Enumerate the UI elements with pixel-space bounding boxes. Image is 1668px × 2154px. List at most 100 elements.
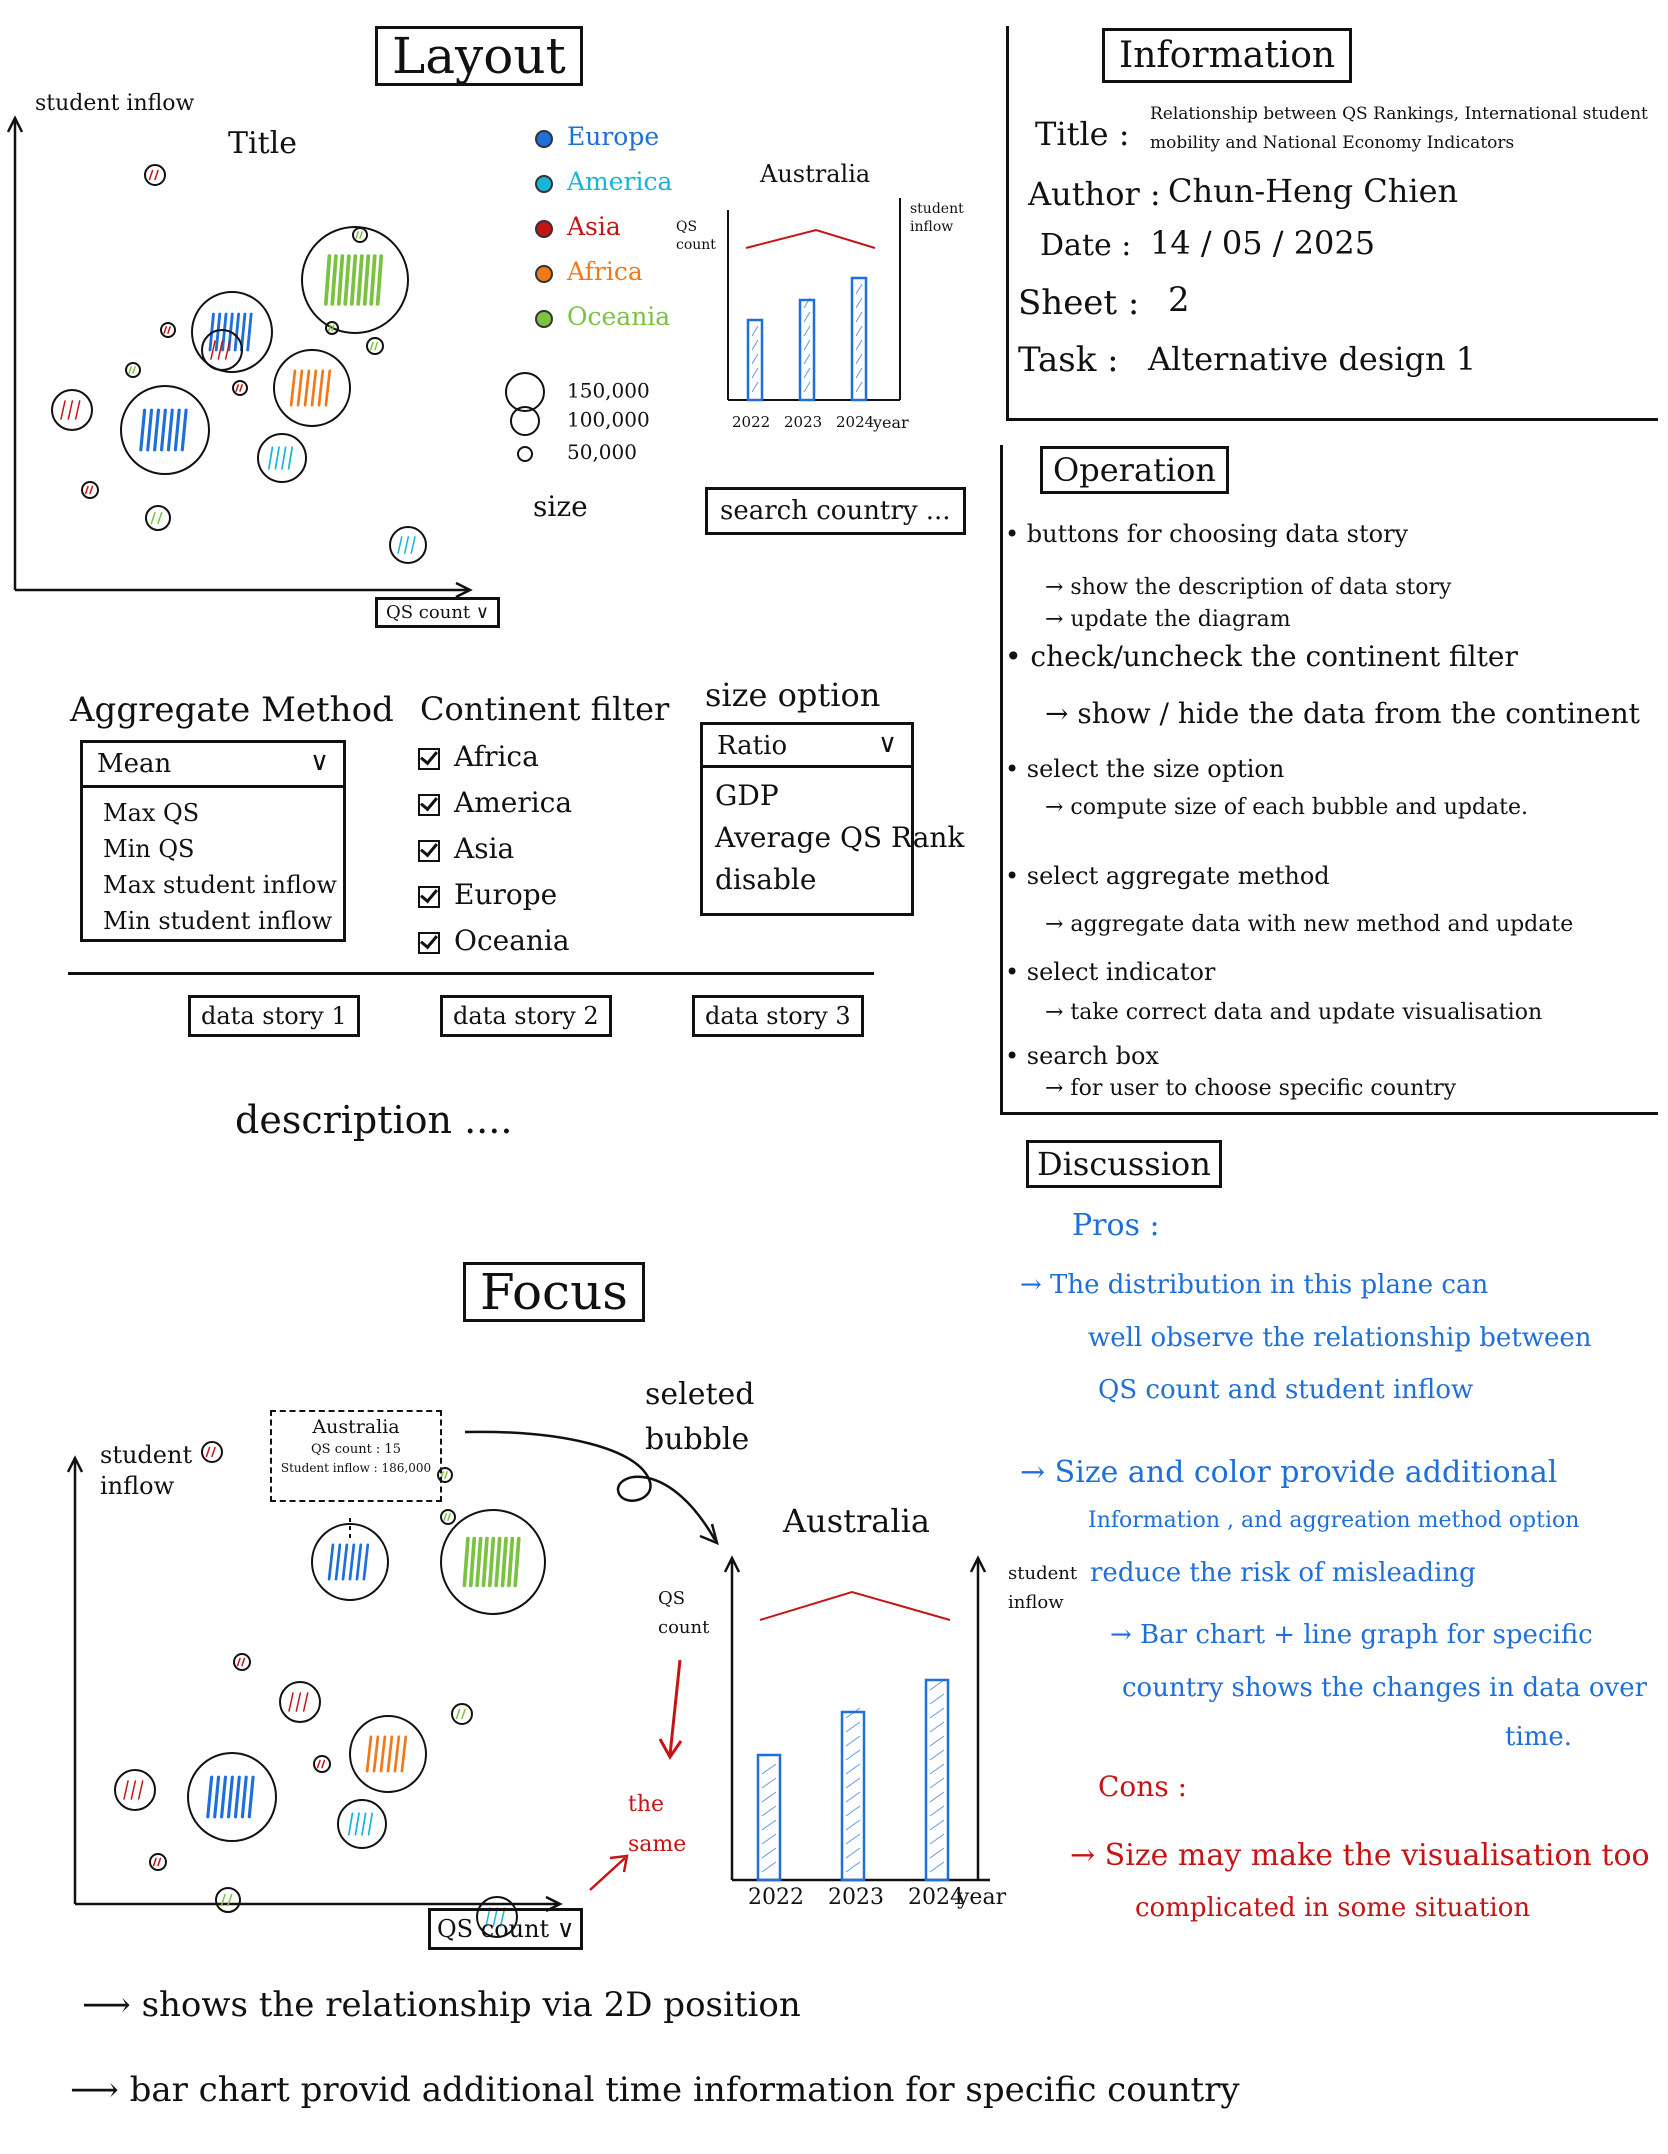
- aggregate-method-title: Aggregate Method: [70, 690, 394, 730]
- continent-checkbox-africa[interactable]: Africa: [418, 740, 539, 773]
- operation-line: • select aggregate method: [1005, 862, 1330, 890]
- pros-line: → Bar chart + line graph for specific: [1110, 1620, 1593, 1650]
- bubble-asia[interactable]: [279, 1681, 321, 1723]
- aggregate-option[interactable]: Max QS: [103, 799, 199, 827]
- data-story-button-1[interactable]: data story 1: [188, 995, 360, 1037]
- bubble-oceania[interactable]: [301, 226, 409, 334]
- search-country-input[interactable]: search country ...: [705, 487, 966, 535]
- bubble-asia[interactable]: [114, 1769, 156, 1811]
- aggregate-option[interactable]: Min student inflow: [103, 907, 332, 935]
- bubble-oceania[interactable]: [451, 1703, 473, 1725]
- aggregate-option[interactable]: Min QS: [103, 835, 194, 863]
- continent-checkbox-oceania[interactable]: Oceania: [418, 924, 570, 957]
- size-legend-label: size: [533, 490, 588, 523]
- bubble-america[interactable]: [337, 1799, 387, 1849]
- info-date-value: 14 / 05 / 2025: [1150, 224, 1376, 262]
- bar-1: [746, 318, 764, 402]
- bar-1: [756, 1753, 782, 1882]
- bubble-oceania[interactable]: [125, 362, 141, 378]
- bubble-asia[interactable]: [232, 380, 248, 396]
- info-author-key: Author :: [1028, 175, 1161, 213]
- bubble-oceania[interactable]: [440, 1509, 546, 1615]
- divider: [68, 972, 874, 975]
- legend-item-asia: Asia: [535, 212, 621, 241]
- bubble-oceania[interactable]: [145, 505, 171, 531]
- mini-chart-left-label: QS count: [676, 219, 716, 254]
- pros-line: reduce the risk of misleading: [1090, 1558, 1476, 1588]
- mini-chart-title: Australia: [760, 160, 871, 188]
- checkbox-checked-icon[interactable]: [418, 885, 440, 908]
- bar-2: [840, 1707, 866, 1882]
- bubble-america[interactable]: [257, 433, 307, 483]
- continent-checkbox-europe[interactable]: Europe: [418, 878, 557, 911]
- aggregate-method-dropdown[interactable]: Mean ∨ Max QS Min QS Max student inflow Min…: [80, 740, 346, 942]
- bubble-europe[interactable]: [187, 1752, 277, 1842]
- bubble-oceania[interactable]: [215, 1887, 241, 1913]
- size-option-dropdown[interactable]: Ratio ∨ GDP Average QS Rank disable: [700, 722, 964, 916]
- operation-line: → take correct data and update visualisa…: [1045, 1000, 1543, 1025]
- info-title-value: Relationship between QS Rankings, Intern…: [1150, 104, 1648, 153]
- pros-line: QS count and student inflow: [1098, 1375, 1474, 1405]
- bubble-asia[interactable]: [201, 1441, 223, 1463]
- tooltip-qs: QS count : 15: [311, 1442, 401, 1457]
- size-option-selected[interactable]: Ratio ∨: [700, 722, 914, 768]
- checkbox-checked-icon[interactable]: [418, 839, 440, 862]
- focus-title: Focus: [463, 1262, 645, 1322]
- bubble-africa[interactable]: [273, 349, 351, 427]
- continent-checkbox-asia[interactable]: Asia: [418, 832, 514, 865]
- size-option[interactable]: disable: [715, 863, 816, 896]
- size-legend-item: 100,000: [505, 406, 650, 436]
- operation-bottom-border: [1000, 1112, 1658, 1115]
- focus-bar-line-chart: [723, 1555, 990, 1882]
- layout-bubble-chart: [6, 115, 473, 599]
- bubble-america[interactable]: [389, 526, 427, 564]
- pros-line: Information , and aggreation method opti…: [1088, 1508, 1580, 1533]
- aggregate-selected[interactable]: Mean ∨: [83, 743, 343, 788]
- chevron-down-icon: ∨: [309, 747, 329, 777]
- focus-x-axis-select[interactable]: QS count ∨: [428, 1908, 584, 1950]
- checkbox-checked-icon[interactable]: [418, 931, 440, 954]
- x-tick-label: 2024: [836, 413, 875, 431]
- legend-dot-icon: [535, 264, 553, 283]
- description-text: description ....: [235, 1098, 513, 1142]
- cons-line: complicated in some situation: [1135, 1893, 1531, 1923]
- bubble-asia[interactable]: [160, 322, 176, 338]
- note-1: ⟶ shows the relationship via 2D position: [82, 1985, 801, 2025]
- bar-2: [798, 297, 816, 402]
- bubble-asia[interactable]: [81, 481, 99, 499]
- cons-line: → Size may make the visualisation too: [1070, 1838, 1650, 1873]
- continent-checkbox-america[interactable]: America: [418, 786, 572, 819]
- data-story-button-2[interactable]: data story 2: [440, 995, 612, 1037]
- x-tick-label: 2023: [784, 413, 823, 431]
- operation-line: → compute size of each bubble and update…: [1045, 795, 1529, 820]
- pros-line: country shows the changes in data over: [1122, 1673, 1648, 1703]
- checkbox-checked-icon[interactable]: [418, 793, 440, 816]
- aggregate-option[interactable]: Max student inflow: [103, 871, 337, 899]
- pros-line: → Size and color provide additional: [1020, 1455, 1558, 1490]
- legend-dot-icon: [535, 129, 553, 148]
- layout-x-axis-select[interactable]: QS count ∨: [375, 597, 501, 628]
- checkbox-checked-icon[interactable]: [418, 747, 440, 770]
- data-story-button-3[interactable]: data story 3: [692, 995, 864, 1037]
- size-circle-icon: [517, 445, 533, 462]
- red-down-arrow-icon: [658, 1659, 683, 1760]
- bubble-asia[interactable]: [51, 389, 93, 431]
- pros-label: Pros :: [1072, 1208, 1160, 1243]
- bubble-asia[interactable]: [144, 164, 166, 186]
- bubble-asia[interactable]: [313, 1755, 331, 1773]
- legend-item-america: America: [535, 167, 672, 196]
- bubble-africa[interactable]: [349, 1715, 427, 1793]
- info-task-value: Alternative design 1: [1148, 340, 1477, 378]
- bubble-asia[interactable]: [149, 1853, 167, 1871]
- size-option[interactable]: Average QS Rank: [715, 821, 964, 854]
- bubble-oceania[interactable]: [366, 337, 384, 355]
- bubble-europe[interactable]: [120, 385, 210, 475]
- focus-tooltip: Australia QS count : 15 Student inflow :…: [270, 1410, 442, 1502]
- bubble-oceania[interactable]: [440, 1509, 456, 1525]
- size-option[interactable]: GDP: [715, 779, 779, 812]
- focus-chart-x-unit: year: [957, 1885, 1007, 1910]
- operation-line: • select indicator: [1005, 958, 1216, 986]
- bubble-oceania[interactable]: [352, 227, 368, 243]
- bubble-asia[interactable]: [233, 1653, 251, 1671]
- discussion-title: Discussion: [1026, 1140, 1222, 1188]
